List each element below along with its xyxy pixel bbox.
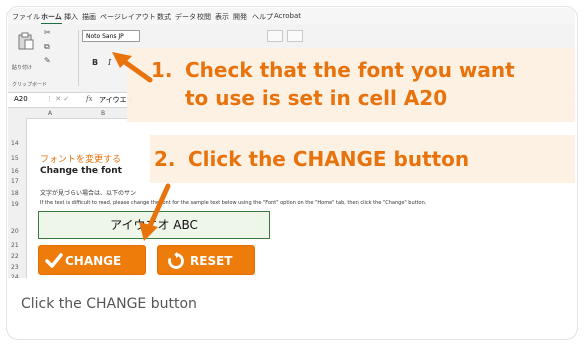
step-1-line-1: Check that the font you want: [185, 58, 515, 82]
menu-formulas[interactable]: 数式: [157, 12, 171, 22]
caption: Click the CHANGE button: [21, 296, 197, 312]
row-header[interactable]: 20: [11, 228, 19, 235]
row-header[interactable]: 23: [11, 264, 19, 271]
step-1-number: 1.: [151, 58, 173, 82]
menu-view[interactable]: 表示: [215, 12, 229, 22]
menu-help[interactable]: ヘルプ: [252, 12, 273, 22]
cut-icon[interactable]: ✂: [44, 28, 51, 37]
sheet-description-jp: 文字が見づらい場合は、以下のサン: [40, 190, 137, 197]
menu-insert[interactable]: 挿入: [64, 12, 78, 22]
reset-button-label: RESET: [190, 254, 233, 268]
ribbon-tool[interactable]: [287, 30, 303, 42]
paste-icon[interactable]: [18, 32, 34, 50]
tutorial-card: ファイル ホーム 挿入 描画 ページレイアウト 数式 データ 校閲 表示 開発 …: [6, 6, 578, 340]
row-header[interactable]: 14: [11, 140, 19, 147]
row-header[interactable]: 19: [11, 201, 19, 208]
ribbon-menu-bar: ファイル ホーム 挿入 描画 ページレイアウト 数式 データ 校閲 表示 開発 …: [8, 8, 575, 25]
checkmark-icon: [45, 253, 63, 268]
menu-file[interactable]: ファイル: [12, 12, 40, 22]
sample-text-cell-a20[interactable]: アイウエオ ABC: [38, 211, 270, 239]
menu-review[interactable]: 校閲: [197, 12, 211, 22]
step-1-line-2: to use is set in cell A20: [185, 86, 448, 110]
callout-step-2: 2. Click the CHANGE button: [150, 135, 575, 183]
row-headers: 14 15 16 17 18 19 20 21 22 23 24: [8, 118, 27, 278]
menu-draw[interactable]: 描画: [82, 12, 96, 22]
paste-label: 貼り付け: [12, 65, 33, 71]
sheet-title: フォントを変更する: [40, 155, 122, 165]
change-button-label: CHANGE: [65, 254, 122, 268]
sheet-description-en: If the text is difficult to read, please…: [40, 200, 427, 206]
step-2-line-1: Click the CHANGE button: [188, 147, 470, 171]
row-header[interactable]: 18: [11, 190, 19, 197]
row-header[interactable]: 21: [11, 242, 19, 249]
ribbon-separator: [78, 30, 79, 86]
row-header[interactable]: 16: [11, 168, 19, 175]
clipboard-group-label: クリップボード: [12, 82, 48, 88]
name-box[interactable]: A20: [14, 95, 28, 103]
ribbon-tool[interactable]: [267, 30, 283, 42]
menu-acrobat[interactable]: Acrobat: [274, 12, 301, 20]
copy-icon[interactable]: ⧉: [44, 42, 50, 52]
menu-developer[interactable]: 開発: [233, 12, 247, 22]
row-header[interactable]: 24: [11, 274, 19, 278]
column-header-b[interactable]: B: [101, 110, 105, 117]
excel-screenshot: ファイル ホーム 挿入 描画 ページレイアウト 数式 データ 校閲 表示 開発 …: [8, 8, 575, 278]
fx-icon[interactable]: fx: [86, 95, 93, 103]
reset-button[interactable]: RESET: [157, 245, 255, 275]
format-painter-icon[interactable]: ✎: [44, 56, 51, 65]
row-header[interactable]: 22: [11, 253, 19, 260]
font-name-box[interactable]: Noto Sans JP: [82, 30, 140, 42]
bold-button[interactable]: B: [92, 58, 98, 67]
change-button[interactable]: CHANGE: [38, 245, 146, 275]
reset-icon: [168, 252, 184, 269]
sheet-subtitle: Change the font: [40, 166, 122, 176]
row-header[interactable]: 17: [11, 178, 19, 185]
italic-button[interactable]: I: [108, 58, 111, 67]
menu-data[interactable]: データ: [175, 12, 196, 22]
cancel-confirm-icons: ⋮ ✕ ✓: [46, 95, 70, 103]
column-header-a[interactable]: A: [48, 110, 52, 117]
row-header[interactable]: 15: [11, 155, 19, 162]
menu-page-layout[interactable]: ページレイアウト: [100, 12, 156, 22]
callout-step-1: 1. Check that the font you want to use i…: [127, 48, 575, 122]
step-2-number: 2.: [154, 147, 176, 171]
